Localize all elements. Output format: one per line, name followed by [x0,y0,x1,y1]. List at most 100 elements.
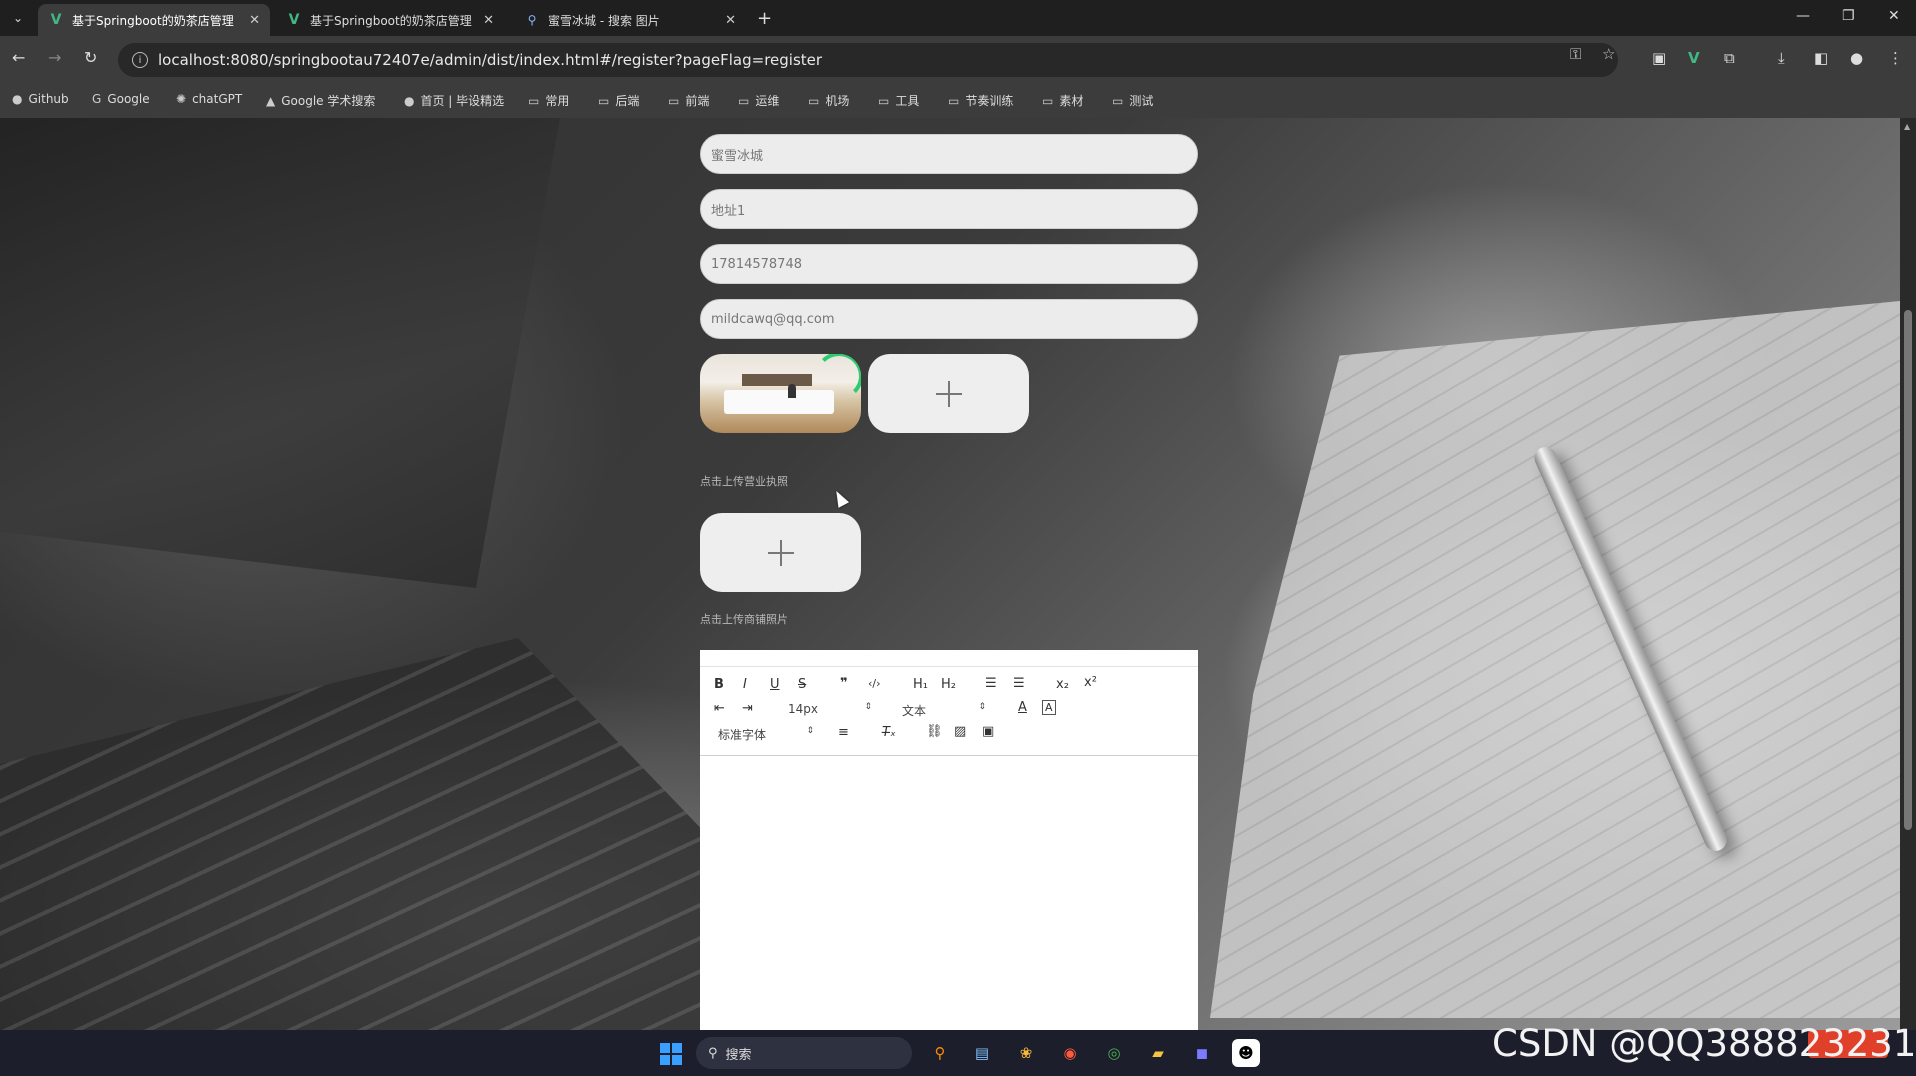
folder-icon: ▭ [808,93,820,108]
site-info-icon[interactable]: i [132,52,148,68]
underline-icon[interactable]: U [770,677,780,692]
editor-toolbar: B I U S ❞ ‹/› H₁ H₂ ☰ ☰ x₂ x² ⇤ ⇥ 14px ⇕ … [700,667,1198,756]
phone-input[interactable] [700,244,1198,284]
intellij-icon[interactable]: ◼ [1188,1039,1216,1067]
reload-icon[interactable]: ↻ [84,48,97,67]
bookmark-folder-common[interactable]: ▭ 常用 [528,92,569,109]
bookmark-folder-frontend[interactable]: ▭ 前端 [668,92,709,109]
tab-3[interactable]: ⚲ 蜜雪冰城 - 搜索 图片 ✕ [514,4,746,36]
star-icon[interactable]: ☆ [1602,45,1615,63]
close-window-icon[interactable]: ✕ [1888,8,1900,24]
background-color-icon[interactable]: A [1042,700,1056,715]
bookmark-folder-rhythm[interactable]: ▭ 节奏训练 [948,92,1013,109]
font-size-select[interactable]: 14px ⇕ [788,702,872,716]
bookmark-folder-assets[interactable]: ▭ 素材 [1042,92,1083,109]
extension-incognito-icon[interactable]: ▣ [1652,49,1666,67]
everything-search-icon[interactable]: ⚲ [926,1039,954,1067]
superscript-icon[interactable]: x² [1084,675,1097,690]
taskbar-search[interactable]: ⚲ 搜索 [696,1037,912,1069]
tab-2[interactable]: V 基于Springboot的奶茶店管理 ✕ [276,4,504,36]
subscript-icon[interactable]: x₂ [1056,677,1069,692]
tab-strip: ⌄ V 基于Springboot的奶茶店管理 ✕ V 基于Springboot的… [0,0,1916,36]
folder-icon: ▭ [598,93,610,108]
plus-icon [935,380,962,407]
file-explorer-icon[interactable]: ▰ [1144,1039,1172,1067]
heading-2-icon[interactable]: H₂ [941,677,956,692]
heading-select[interactable]: 文本 ⇕ [902,702,986,719]
tab-1[interactable]: V 基于Springboot的奶茶店管理 ✕ [38,4,270,36]
license-image-thumbnail[interactable] [700,354,861,433]
select-arrows-icon: ⇕ [978,702,986,712]
close-icon[interactable]: ✕ [249,13,260,28]
windows-start-icon[interactable] [660,1043,682,1065]
image-icon[interactable]: ▨ [954,724,966,739]
close-icon[interactable]: ✕ [483,13,494,28]
heading-1-icon[interactable]: H₁ [913,677,928,692]
bookmark-google[interactable]: G Google [92,92,150,106]
rich-text-editor: B I U S ❞ ‹/› H₁ H₂ ☰ ☰ x₂ x² ⇤ ⇥ 14px ⇕ … [700,650,1198,1030]
restore-icon[interactable]: ❐ [1842,8,1855,24]
chrome-icon[interactable]: ◎ [1100,1039,1128,1067]
back-icon[interactable]: ← [12,48,25,67]
bookmark-folder-tools[interactable]: ▭ 工具 [878,92,919,109]
clear-format-icon[interactable]: T̶ₓ [882,725,896,740]
minimize-icon[interactable]: — [1796,8,1810,24]
tab-search-button[interactable]: ⌄ [6,6,30,30]
bullet-list-icon[interactable]: ☰ [1013,676,1025,691]
bookmark-github[interactable]: ● Github [12,92,69,106]
close-icon[interactable]: ✕ [725,13,736,28]
font-color-icon[interactable]: A [1018,700,1027,715]
link-icon[interactable]: ⛓ [926,724,943,739]
align-icon[interactable]: ≡ [838,725,849,740]
address-input[interactable] [700,189,1198,229]
editor-content-area[interactable] [700,756,1198,1026]
new-tab-button[interactable]: + [757,8,772,29]
outdent-icon[interactable]: ⇤ [714,701,725,716]
monitor-app-icon[interactable]: ▤ [968,1039,996,1067]
folder-icon: ▭ [738,93,750,108]
ordered-list-icon[interactable]: ☰ [985,676,997,691]
folder-icon: ▭ [1112,93,1124,108]
register-page: 点击上传营业执照 点击上传商铺照片 B I U S ❞ ‹/› H₁ H₂ ☰ … [0,118,1916,1030]
key-icon[interactable]: ⚿ [1570,45,1581,63]
forward-icon[interactable]: → [48,48,61,67]
vue-devtools-icon[interactable]: V [1688,49,1700,67]
download-icon[interactable]: ⤓ [1778,49,1785,67]
scrollbar-thumb[interactable] [1904,310,1912,830]
bookmark-folder-backend[interactable]: ▭ 后端 [598,92,639,109]
folder-icon: ▭ [528,93,540,108]
bookmark-folder-airport[interactable]: ▭ 机场 [808,92,849,109]
folder-icon: ▭ [668,93,680,108]
email-input[interactable] [700,299,1198,339]
font-family-select[interactable]: 标准字体 ⇕ [718,726,814,743]
bookmark-folder-test[interactable]: ▭ 测试 [1112,92,1153,109]
shop-name-input[interactable] [700,134,1198,174]
bold-icon[interactable]: B [714,677,724,692]
page-scrollbar[interactable]: ▲ [1900,118,1916,1030]
qq-icon[interactable]: ☻ [1232,1039,1260,1067]
bookmark-scholar[interactable]: ▲ Google 学术搜索 [266,92,375,109]
chatgpt-icon: ✺ [176,92,187,106]
background-notebook [1210,298,1916,1018]
address-bar[interactable]: i localhost:8080/springbootau72407e/admi… [118,43,1618,77]
code-block-icon[interactable]: ‹/› [868,677,881,690]
scroll-up-icon[interactable]: ▲ [1904,122,1910,131]
folder-icon: ▭ [1042,93,1054,108]
avatar[interactable]: ● [1850,49,1863,67]
app-icon[interactable]: ❀ [1012,1039,1040,1067]
blockquote-icon[interactable]: ❞ [840,676,848,691]
indent-icon[interactable]: ⇥ [742,701,753,716]
video-icon[interactable]: ▣ [982,724,994,739]
license-upload-button[interactable] [868,354,1029,433]
italic-icon[interactable]: I [743,677,747,692]
netease-music-icon[interactable]: ◉ [1056,1039,1084,1067]
bookmark-bishe[interactable]: ● 首页 | 毕设精选 [404,92,504,109]
side-panel-icon[interactable]: ◧ [1814,49,1828,67]
strike-icon[interactable]: S [798,677,806,692]
menu-icon[interactable]: ⋮ [1888,49,1903,67]
bookmark-folder-ops[interactable]: ▭ 运维 [738,92,779,109]
bookmark-chatgpt[interactable]: ✺ chatGPT [176,92,242,106]
select-arrows-icon: ⇕ [864,702,872,712]
shop-photo-upload-button[interactable] [700,513,861,592]
extensions-icon[interactable]: ⧉ [1724,49,1735,67]
